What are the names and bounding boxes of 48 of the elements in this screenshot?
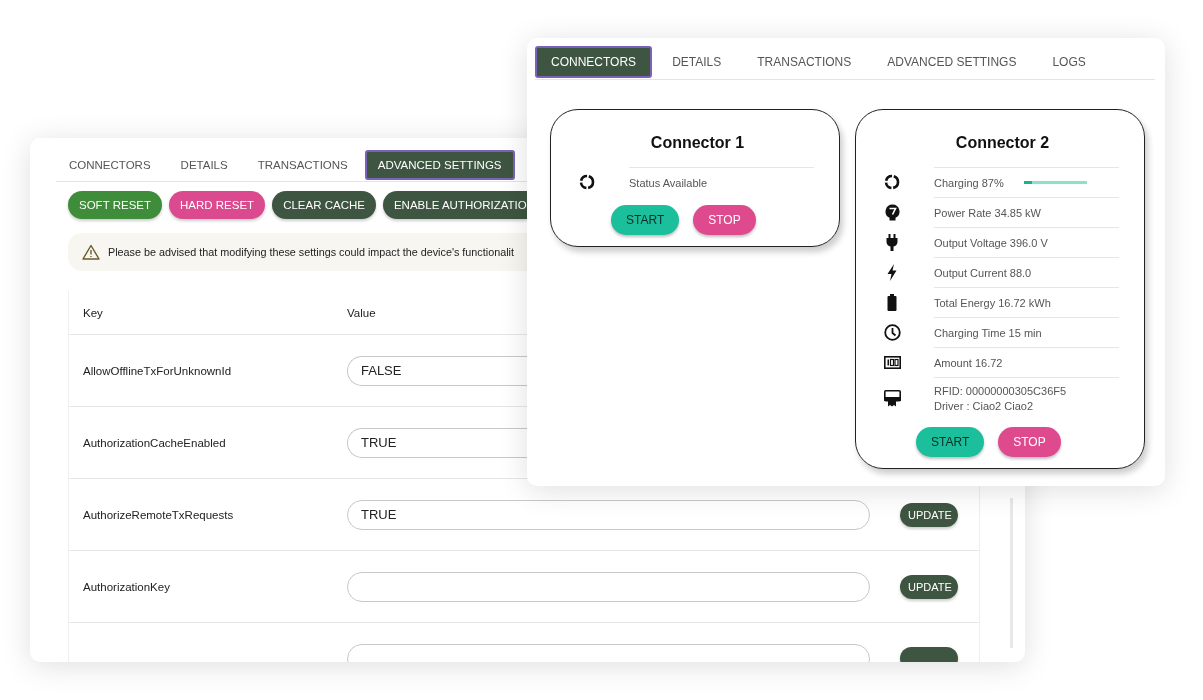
battery-icon — [887, 293, 897, 311]
reading-text: Status Available — [629, 176, 709, 189]
action-button[interactable]: SOFT RESET — [68, 191, 162, 219]
setting-key: AuthorizationKey — [83, 580, 347, 593]
warning-text: Please be advised that modifying these settings could impact the device's functionalit — [108, 246, 514, 258]
tab[interactable]: ADVANCED SETTINGS — [364, 150, 515, 180]
clock-icon — [883, 323, 901, 341]
action-button[interactable]: CLEAR CACHE — [272, 191, 376, 219]
driver-text: Driver : Ciao2 Ciao2 — [934, 400, 1035, 412]
setting-key: AuthorizationCacheEnabled — [83, 436, 347, 449]
connector-button[interactable]: START — [916, 427, 985, 457]
connector-button[interactable]: STOP — [693, 205, 756, 235]
warning-icon — [82, 244, 100, 260]
reading-text: RFID: 00000000305C36F5 — [934, 385, 1068, 397]
connector-title: Connector 2 — [954, 134, 1051, 152]
plug-icon — [886, 233, 898, 251]
tab[interactable]: DETAILS — [656, 46, 738, 78]
reading-text: Power Rate 34.85 kW — [934, 206, 1042, 219]
tab[interactable]: ADVANCED SETTINGS — [871, 46, 1033, 78]
reading-text: Output Voltage 396.0 V — [934, 236, 1049, 249]
card-reader-icon — [883, 389, 901, 407]
action-button[interactable]: HARD RESET — [169, 191, 266, 219]
reading-text: Charging 87% — [934, 176, 1005, 189]
tab[interactable]: CONNECTORS — [56, 150, 164, 180]
reading-text: Total Energy 16.72 kWh — [934, 296, 1052, 309]
status-ring-icon — [579, 174, 595, 190]
update-button[interactable]: UPDATE — [900, 574, 958, 599]
status-ring-icon — [884, 174, 900, 190]
column-header: Value — [347, 306, 377, 319]
tab[interactable]: LOGS — [1036, 46, 1102, 78]
setting-key: AllowOfflineTxForUnknownId — [83, 364, 347, 377]
tab[interactable]: TRANSACTIONS — [741, 46, 868, 78]
lightning-icon — [887, 263, 897, 281]
tab[interactable]: TRANSACTIONS — [244, 150, 361, 180]
connector-title: Connector 1 — [649, 134, 746, 152]
tab[interactable]: CONNECTORS — [535, 46, 653, 78]
update-button[interactable]: UPDATE — [900, 502, 958, 527]
setting-key: AuthorizeRemoteTxRequests — [83, 508, 347, 521]
action-button[interactable]: ENABLE AUTHORIZATIO — [382, 191, 527, 219]
connector-button[interactable]: STOP — [998, 427, 1061, 457]
column-header: Key — [83, 306, 104, 319]
reading-text: Charging Time 15 min — [934, 326, 1043, 339]
connector-button[interactable]: START — [611, 205, 680, 235]
reading-text: Amount 16.72 — [934, 356, 1004, 369]
reading-text: Output Current 88.0 — [934, 266, 1033, 279]
gauge-icon — [884, 203, 900, 221]
counter-icon — [883, 355, 901, 369]
tab[interactable]: DETAILS — [167, 150, 241, 180]
